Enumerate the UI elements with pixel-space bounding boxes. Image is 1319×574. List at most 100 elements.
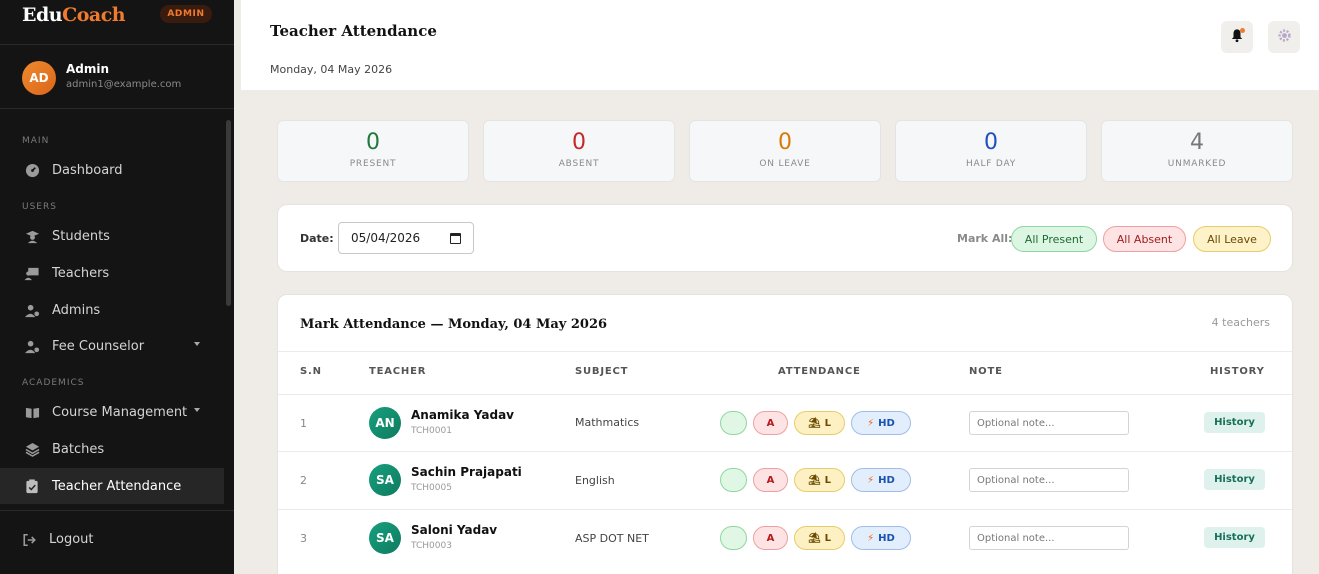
stat-value: 0 (366, 130, 380, 155)
gauge-icon (24, 162, 40, 178)
half-day-label: HD (878, 417, 895, 429)
profile-email: admin1@example.com (66, 79, 182, 90)
logout-button[interactable]: Logout (22, 532, 94, 547)
half-day-button[interactable]: ⚡ HD (851, 526, 911, 550)
sidebar-item-admins[interactable]: Admins (0, 292, 224, 328)
layers-icon (24, 441, 40, 457)
column-header-subject: SUBJECT (575, 366, 629, 377)
sidebar-divider (0, 44, 234, 45)
logout-label: Logout (49, 532, 94, 547)
all-absent-button[interactable]: All Absent (1103, 226, 1186, 252)
page-header: Teacher Attendance Monday, 04 May 2026 (241, 0, 1319, 90)
settings-button[interactable] (1268, 21, 1300, 53)
teacher-count: 4 teachers (1211, 316, 1270, 329)
column-header-teacher: TEACHER (369, 366, 427, 377)
present-button[interactable] (720, 411, 747, 435)
teacher-subject: ASP DOT NET (575, 532, 649, 545)
profile-name: Admin (66, 62, 110, 76)
page-date: Monday, 04 May 2026 (270, 63, 393, 76)
leave-button[interactable]: ⛱ L (794, 526, 845, 550)
leave-button[interactable]: ⛱ L (794, 411, 845, 435)
all-present-button[interactable]: All Present (1011, 226, 1097, 252)
chevron-down-icon (194, 408, 200, 412)
sidebar-item-batches[interactable]: Batches (0, 431, 224, 467)
column-header-history: HISTORY (1210, 366, 1265, 377)
leave-icon: ⛱ (807, 417, 821, 429)
absent-button[interactable]: A (753, 468, 788, 492)
sidebar-item-teacher-attendance[interactable]: Teacher Attendance (0, 468, 224, 504)
table-row: 3 SA Saloni Yadav TCH0003 ASP DOT NET A … (278, 509, 1292, 567)
row-sn: 3 (300, 532, 307, 545)
avatar: SA (369, 522, 401, 554)
half-day-button[interactable]: ⚡ HD (851, 411, 911, 435)
leave-label: L (824, 417, 832, 429)
leave-label: L (824, 532, 832, 544)
sidebar-item-label: Batches (52, 441, 105, 457)
divider (278, 351, 1292, 352)
column-header-attendance: ATTENDANCE (778, 366, 861, 377)
student-icon (24, 228, 40, 244)
absent-button[interactable]: A (753, 411, 788, 435)
sidebar-scrollbar[interactable] (226, 120, 231, 306)
date-value: 05/04/2026 (351, 231, 421, 245)
history-button[interactable]: History (1204, 412, 1265, 433)
clipboard-check-icon (24, 478, 40, 494)
all-leave-button[interactable]: All Leave (1193, 226, 1271, 252)
sidebar-divider (0, 510, 234, 511)
teacher-subject: Mathmatics (575, 416, 640, 429)
stat-card-present: 0 PRESENT (277, 120, 469, 182)
present-button[interactable] (720, 526, 747, 550)
row-sn: 2 (300, 474, 307, 487)
present-button[interactable] (720, 468, 747, 492)
leave-button[interactable]: ⛱ L (794, 468, 845, 492)
column-header-sn: S.N (300, 366, 322, 377)
stat-value: 4 (1190, 130, 1204, 155)
gear-icon (1277, 28, 1292, 47)
teacher-subject: English (575, 474, 615, 487)
section-label-users: USERS (22, 202, 57, 212)
history-button[interactable]: History (1204, 469, 1265, 490)
stat-label: ABSENT (558, 159, 600, 170)
logout-icon (22, 533, 37, 547)
date-input[interactable]: 05/04/2026 (338, 222, 474, 254)
sidebar-item-students[interactable]: Students (0, 218, 224, 254)
note-input[interactable]: Optional note... (969, 411, 1129, 435)
brand-logo[interactable]: EduCoach (22, 4, 126, 26)
stat-card-unmarked: 4 UNMARKED (1101, 120, 1293, 182)
stat-label: ON LEAVE (759, 159, 811, 170)
teacher-icon (24, 265, 40, 281)
sidebar-item-label: Dashboard (52, 162, 123, 178)
mark-all-label: Mark All: (957, 232, 1013, 245)
sidebar-item-fee-counselor[interactable]: Fee Counselor (0, 328, 224, 364)
note-input[interactable]: Optional note... (969, 526, 1129, 550)
history-button[interactable]: History (1204, 527, 1265, 548)
stat-label: HALF DAY (965, 159, 1017, 170)
sidebar-item-label: Admins (52, 302, 101, 318)
sidebar-item-course-management[interactable]: Course Management (0, 394, 224, 430)
book-icon (24, 404, 40, 420)
avatar: SA (369, 464, 401, 496)
section-label-main: MAIN (22, 136, 50, 146)
sidebar-item-label: Teacher Attendance (52, 478, 182, 494)
note-input[interactable]: Optional note... (969, 468, 1129, 492)
teacher-id: TCH0001 (411, 426, 452, 436)
half-day-label: HD (878, 532, 895, 544)
sidebar-item-label: Fee Counselor (52, 338, 145, 354)
sidebar-item-label: Course Management (52, 404, 188, 420)
brand-part2: Coach (62, 4, 126, 26)
sidebar-item-teachers[interactable]: Teachers (0, 255, 224, 291)
half-day-button[interactable]: ⚡ HD (851, 468, 911, 492)
sidebar-item-dashboard[interactable]: Dashboard (0, 152, 224, 188)
stat-value: 0 (984, 130, 998, 155)
leave-icon: ⛱ (807, 474, 821, 486)
leave-icon: ⛱ (807, 532, 821, 544)
chevron-down-icon (194, 342, 200, 346)
absent-button[interactable]: A (753, 526, 788, 550)
half-day-label: HD (878, 474, 895, 486)
avatar: AD (22, 61, 56, 95)
notifications-button[interactable] (1221, 21, 1253, 53)
user-gear-icon (24, 302, 40, 318)
page-title: Teacher Attendance (270, 22, 437, 40)
stat-value: 0 (778, 130, 792, 155)
calendar-icon[interactable] (450, 233, 461, 244)
